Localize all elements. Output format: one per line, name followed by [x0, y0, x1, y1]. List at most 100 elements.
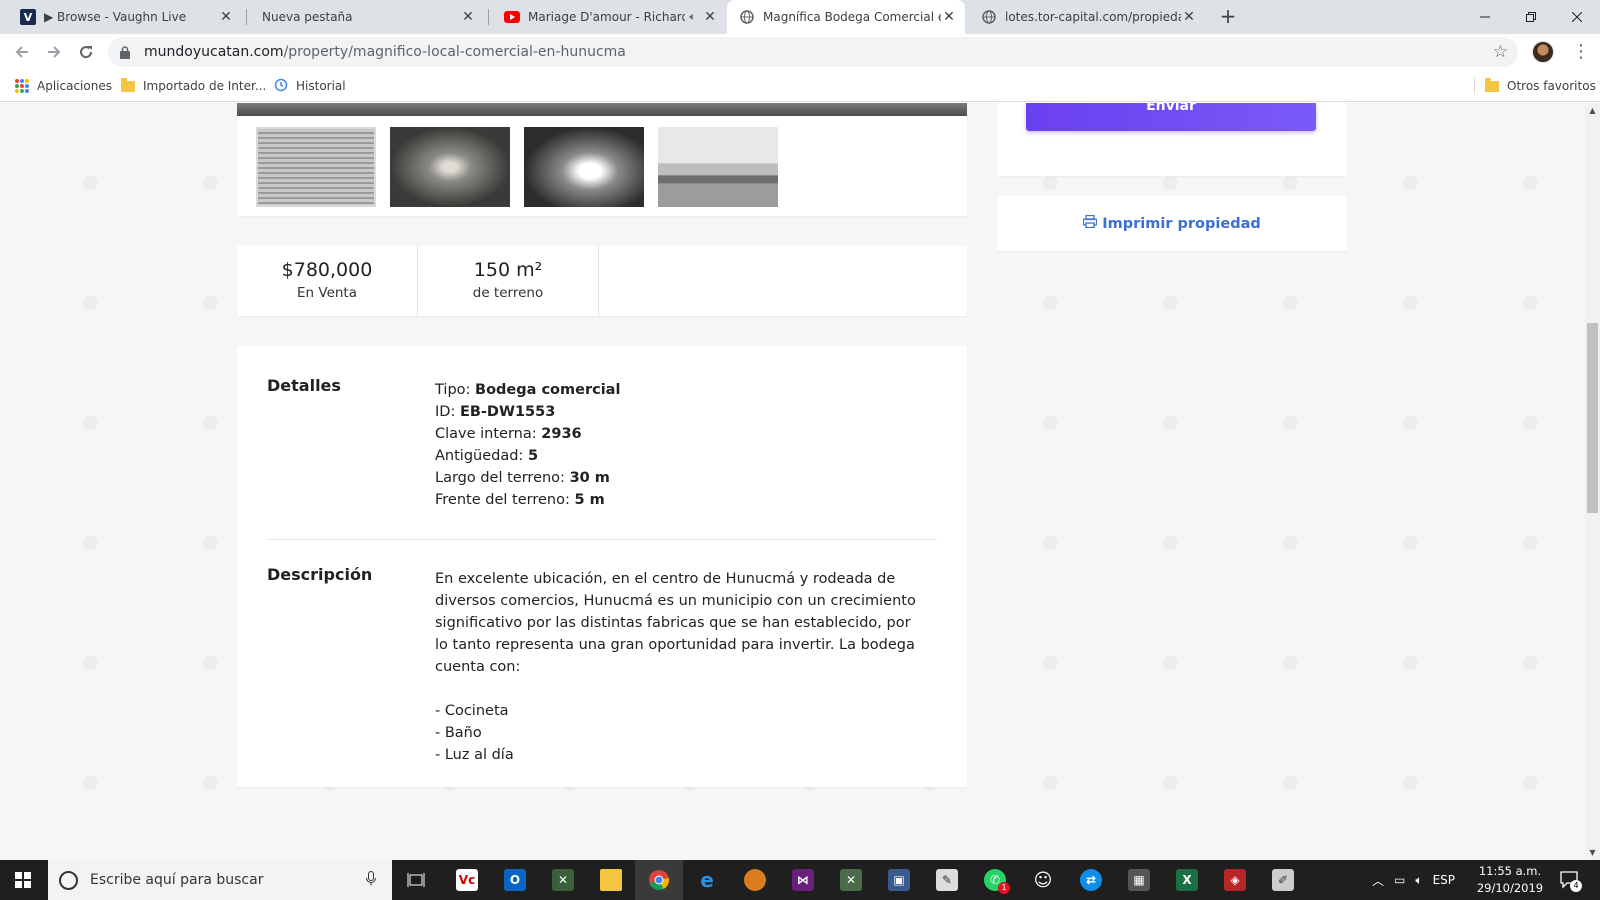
- folder-icon: [121, 77, 135, 92]
- close-tab-icon[interactable]: ✕: [702, 9, 718, 25]
- language-indicator[interactable]: ESP: [1433, 873, 1455, 887]
- bookmark-star-icon[interactable]: ☆: [1493, 42, 1508, 62]
- scrollbar-thumb[interactable]: [1587, 323, 1598, 513]
- list-item: - Baño: [435, 725, 482, 741]
- area-value: 150 m²: [473, 259, 543, 281]
- close-window-button[interactable]: [1554, 0, 1600, 34]
- send-button[interactable]: Enviar: [1026, 103, 1316, 131]
- address-bar[interactable]: mundoyucatan.com/property/magnifico-loca…: [108, 37, 1518, 67]
- list-item: - Luz al día: [435, 747, 514, 763]
- detail-row: Antigüedad: 5: [435, 448, 539, 464]
- price-summary: $780,000 En Venta 150 m² de terreno: [237, 246, 967, 316]
- description-body: En excelente ubicación, en el centro de …: [435, 568, 925, 766]
- clock[interactable]: 11:55 a.m. 29/10/2019: [1470, 863, 1550, 897]
- close-tab-icon[interactable]: ✕: [1181, 9, 1197, 25]
- lock-icon[interactable]: [120, 45, 136, 59]
- close-tab-icon[interactable]: ✕: [941, 9, 957, 25]
- bookmark-otros-favoritos[interactable]: Otros favoritos: [1485, 77, 1596, 95]
- detail-row: ID: EB-DW1553: [435, 404, 556, 420]
- outlook-icon[interactable]: O: [491, 860, 539, 900]
- file-explorer-icon[interactable]: [587, 860, 635, 900]
- url-path: /property/magnifico-local-comercial-en-h…: [283, 44, 626, 60]
- vaughn-v-icon: V: [20, 9, 36, 25]
- browser-menu-icon[interactable]: ⋮: [1572, 41, 1590, 63]
- bookmark-label: Historial: [296, 79, 346, 93]
- edge-icon[interactable]: e: [683, 860, 731, 900]
- bookmark-label: Otros favoritos: [1507, 79, 1596, 93]
- gallery-thumbnail[interactable]: [524, 127, 644, 207]
- speaker-icon[interactable]: 🔈︎: [689, 10, 696, 24]
- microphone-icon[interactable]: [366, 871, 376, 890]
- tab-title: ▶ Browse - Vaughn Live: [44, 10, 187, 24]
- clock-time: 11:55 a.m.: [1478, 864, 1542, 878]
- clock-date: 29/10/2019: [1476, 881, 1544, 895]
- page-scrollbar[interactable]: ▲ ▼: [1585, 103, 1600, 860]
- print-property-link[interactable]: Imprimir propiedad: [997, 196, 1347, 251]
- calculator-icon[interactable]: ▦: [1115, 860, 1163, 900]
- youtube-icon: [504, 9, 520, 25]
- forward-arrow-icon[interactable]: [40, 38, 68, 66]
- gallery-thumbnail[interactable]: [256, 127, 376, 207]
- reload-icon[interactable]: [72, 38, 100, 66]
- bookmark-historial[interactable]: Historial: [274, 77, 346, 95]
- action-center-icon[interactable]: 4: [1558, 868, 1582, 892]
- monitor-app-icon[interactable]: ▣: [875, 860, 923, 900]
- close-tab-icon[interactable]: ✕: [460, 9, 476, 25]
- bookmark-importado[interactable]: Importado de Inter...: [121, 77, 266, 95]
- minimize-button[interactable]: [1462, 0, 1508, 34]
- main-photo[interactable]: [237, 103, 967, 116]
- printer-icon: [1083, 214, 1098, 232]
- print-label: Imprimir propiedad: [1102, 215, 1261, 232]
- whatsapp-badge: 1: [998, 882, 1010, 894]
- tools-app-icon-2[interactable]: ✕: [827, 860, 875, 900]
- detail-row: Largo del terreno: 30 m: [435, 470, 610, 486]
- gallery-thumbnail[interactable]: [390, 127, 510, 207]
- whatsapp-icon[interactable]: ✆ 1: [971, 860, 1019, 900]
- vaughn-app-icon[interactable]: Vc: [443, 860, 491, 900]
- chrome-icon[interactable]: [635, 860, 683, 900]
- security-app-icon[interactable]: ◈: [1211, 860, 1259, 900]
- apps-grid-icon: [15, 79, 29, 93]
- task-view-icon[interactable]: [392, 860, 440, 900]
- tab-title: Magnífica Bodega Comercial en: [763, 10, 941, 24]
- scroll-up-arrow-icon[interactable]: ▲: [1585, 103, 1600, 118]
- start-button[interactable]: [0, 860, 46, 900]
- profile-avatar[interactable]: [1532, 41, 1554, 63]
- game-app-icon[interactable]: [731, 860, 779, 900]
- details-heading: Detalles: [267, 376, 341, 395]
- gallery-thumbnail[interactable]: [658, 127, 778, 207]
- teamviewer-icon[interactable]: ⇄: [1067, 860, 1115, 900]
- new-tab-button[interactable]: +: [1216, 5, 1240, 29]
- back-arrow-icon[interactable]: [8, 38, 36, 66]
- scroll-down-arrow-icon[interactable]: ▼: [1585, 845, 1600, 860]
- description-paragraph: En excelente ubicación, en el centro de …: [435, 571, 916, 675]
- tab-title: Mariage D'amour - Richard C: [528, 10, 686, 24]
- tab-nueva-pestana[interactable]: Nueva pestaña ✕: [250, 0, 484, 34]
- paint-app-icon[interactable]: ✐: [1259, 860, 1307, 900]
- tools-app-icon[interactable]: ✕: [539, 860, 587, 900]
- close-tab-icon[interactable]: ✕: [218, 9, 234, 25]
- network-icon[interactable]: ▭: [1394, 873, 1405, 887]
- price-value: $780,000: [281, 259, 373, 281]
- volume-icon[interactable]: 🔈︎: [1415, 873, 1422, 888]
- browser-toolbar: mundoyucatan.com/property/magnifico-loca…: [0, 34, 1600, 70]
- tab-lotes-tor-capital[interactable]: lotes.tor-capital.com/propiedad/ ✕: [969, 0, 1205, 34]
- show-hidden-icons-icon[interactable]: ︿: [1372, 872, 1384, 889]
- excel-icon[interactable]: X: [1163, 860, 1211, 900]
- detail-row: Clave interna: 2936: [435, 426, 582, 442]
- globe-icon: [981, 9, 997, 25]
- emoji-app-icon[interactable]: ☺: [1019, 860, 1067, 900]
- tab-mariage-damour[interactable]: Mariage D'amour - Richard C 🔈︎ ✕: [492, 0, 726, 34]
- edit-app-icon[interactable]: ✎: [923, 860, 971, 900]
- system-tray: ︿ ▭ 🔈︎ ESP: [1372, 860, 1455, 900]
- tab-title: Nueva pestaña: [262, 10, 353, 24]
- tab-vaughn-live[interactable]: V ▶ Browse - Vaughn Live ✕: [8, 0, 242, 34]
- notification-count: 4: [1570, 880, 1582, 892]
- tab-magnifica-bodega[interactable]: Magnífica Bodega Comercial en ✕: [727, 0, 965, 34]
- restore-button[interactable]: [1508, 0, 1554, 34]
- taskbar-search[interactable]: Escribe aquí para buscar: [48, 860, 392, 900]
- visual-studio-icon[interactable]: ⋈: [779, 860, 827, 900]
- bookmark-aplicaciones[interactable]: Aplicaciones: [15, 77, 112, 95]
- area-label: de terreno: [472, 285, 544, 301]
- history-clock-icon: [274, 78, 288, 95]
